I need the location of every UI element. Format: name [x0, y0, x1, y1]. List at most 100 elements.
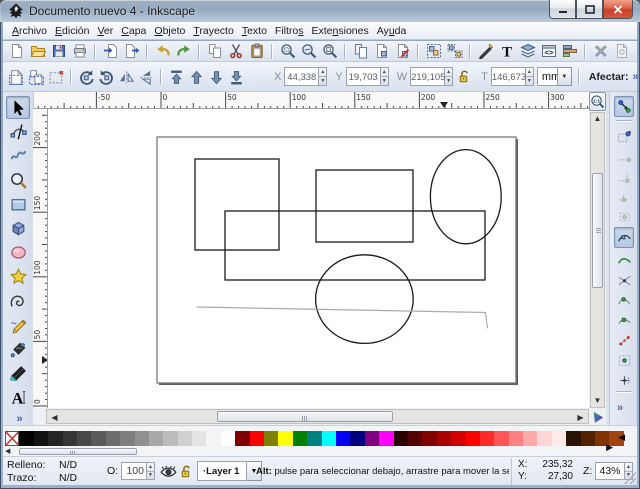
snap-rotation-centers-toggle[interactable] [614, 371, 634, 389]
zoom-drawing-button[interactable] [298, 42, 319, 61]
snap-bbox-toggle[interactable] [614, 127, 634, 145]
ungroup-objects-button[interactable] [444, 42, 465, 61]
new-document-button[interactable] [6, 42, 27, 61]
palette-swatch-11[interactable] [178, 431, 192, 446]
snap-bbox-edges-toggle[interactable] [614, 147, 634, 165]
flip-vertical-button[interactable] [136, 65, 156, 89]
palette-swatch-10[interactable] [163, 431, 177, 446]
rotate-ccw-button[interactable] [76, 65, 96, 89]
star-tool-button[interactable] [6, 265, 30, 288]
palette-swatch-13[interactable] [206, 431, 220, 446]
selector-tool-button[interactable] [6, 96, 30, 119]
menu-ver[interactable]: Ver [93, 23, 117, 39]
y-field-input[interactable]: 19,703 [346, 67, 381, 86]
deselect-button[interactable] [46, 65, 66, 89]
palette-scrollbar-thumb[interactable] [19, 448, 137, 455]
hscroll-left-arrow[interactable]: ◀ [48, 413, 61, 423]
palette-swatch-31[interactable] [466, 431, 480, 446]
unit-dropdown-arrow[interactable]: ▼ [558, 67, 572, 86]
snap-bbox-edge-midpoints-toggle[interactable] [614, 187, 634, 205]
palette-swatch-26[interactable] [394, 431, 408, 446]
menu-edicin[interactable]: Edición [51, 23, 93, 39]
palette-swatch-25[interactable] [379, 431, 393, 446]
snap-to-path-intersections-toggle[interactable] [614, 271, 634, 289]
palette-scrollbar-left-arrow[interactable]: ◀ [5, 448, 10, 456]
cms-adjust-toggle[interactable] [589, 408, 606, 425]
palette-scroll-right-icon[interactable]: ▶ [606, 442, 613, 453]
menu-filtros[interactable]: Filtros [271, 23, 308, 39]
palette-swatch-4[interactable] [77, 431, 91, 446]
group-objects-button[interactable] [423, 42, 444, 61]
menu-extensiones[interactable]: Extensiones [308, 23, 373, 39]
palette-swatch-14[interactable] [221, 431, 235, 446]
layer-lock-toggle[interactable] [179, 463, 194, 480]
menu-texto[interactable]: Texto [238, 23, 271, 39]
horizontal-ruler[interactable]: -50050100150200250300 [33, 92, 589, 109]
palette-swatch-28[interactable] [422, 431, 436, 446]
vertical-ruler[interactable]: 050100150200 [33, 109, 48, 408]
lower-to-bottom-button[interactable] [226, 65, 246, 89]
menu-ayuda[interactable]: Ayuda [373, 23, 411, 39]
palette-swatch-5[interactable] [91, 431, 105, 446]
canvas[interactable] [48, 109, 589, 408]
raise-to-top-button[interactable] [166, 65, 186, 89]
x-field-spinner[interactable]: ▲▼ [319, 67, 327, 86]
redo-button[interactable] [173, 42, 194, 61]
palette-swatch-36[interactable] [537, 431, 551, 446]
lower-button[interactable] [206, 65, 226, 89]
width-field-input[interactable]: 219,105 [410, 67, 445, 86]
palette-swatch-24[interactable] [365, 431, 379, 446]
export-image-button[interactable] [121, 42, 142, 61]
height-field-input[interactable]: 146,673 [491, 67, 526, 86]
ellipse-tool-button[interactable] [6, 241, 30, 264]
palette-swatch-22[interactable] [336, 431, 350, 446]
open-document-button[interactable] [27, 42, 48, 61]
layer-select[interactable]: ·Layer 1 ▼ [197, 461, 262, 481]
print-document-button[interactable] [69, 42, 90, 61]
import-image-button[interactable] [100, 42, 121, 61]
palette-swatch-9[interactable] [149, 431, 163, 446]
snap-object-centers-toggle[interactable] [614, 351, 634, 369]
unlink-clone-button[interactable] [392, 42, 413, 61]
palette-swatch-38[interactable] [566, 431, 580, 446]
palette-swatch-1[interactable] [34, 431, 48, 446]
palette-scroll-left-icon[interactable]: ◀ [618, 432, 625, 443]
palette-swatch-19[interactable] [293, 431, 307, 446]
hscroll-track[interactable]: ◀ ▶ [46, 409, 589, 424]
preferences-button[interactable] [590, 42, 611, 61]
snap-enable-toggle[interactable] [614, 96, 634, 117]
create-clone-button[interactable] [371, 42, 392, 61]
palette-swatch-17[interactable] [264, 431, 278, 446]
calligraphy-tool-button[interactable] [6, 362, 30, 385]
xml-editor-button[interactable]: <> [538, 42, 559, 61]
pencil-tool-button[interactable] [6, 314, 30, 337]
palette-swatch-37[interactable] [552, 431, 566, 446]
menu-capa[interactable]: Capa [117, 23, 150, 39]
palette-swatch-16[interactable] [250, 431, 264, 446]
maximize-button[interactable] [576, 0, 603, 19]
palette-swatch-none[interactable] [5, 431, 19, 446]
select-all-button[interactable] [6, 65, 26, 89]
unit-select[interactable]: mm ▼ [537, 67, 572, 86]
snap-to-paths-toggle[interactable] [614, 251, 634, 269]
height-field-spinner[interactable]: ▲▼ [526, 67, 534, 86]
vscroll-down-arrow[interactable]: ▼ [591, 396, 604, 406]
rotate-cw-button[interactable] [96, 65, 116, 89]
snap-to-smooth-nodes-toggle[interactable] [614, 311, 634, 329]
minimize-button[interactable] [549, 0, 576, 19]
palette-swatch-21[interactable] [322, 431, 336, 446]
close-button[interactable] [603, 0, 633, 19]
snapbar-overflow-button[interactable]: » [617, 402, 622, 414]
vscroll-up-arrow[interactable]: ▲ [591, 114, 604, 124]
save-document-button[interactable] [48, 42, 69, 61]
palette-swatch-29[interactable] [437, 431, 451, 446]
width-field-spinner[interactable]: ▲▼ [445, 67, 453, 86]
pen-tool-button[interactable] [6, 338, 30, 361]
palette-swatch-18[interactable] [278, 431, 292, 446]
layer-visibility-toggle[interactable] [160, 463, 177, 480]
palette-swatch-8[interactable] [135, 431, 149, 446]
palette-swatch-0[interactable] [19, 431, 33, 446]
layers-dialog-button[interactable] [517, 42, 538, 61]
copy-button[interactable] [204, 42, 225, 61]
window-resize-grip[interactable] [624, 472, 636, 484]
